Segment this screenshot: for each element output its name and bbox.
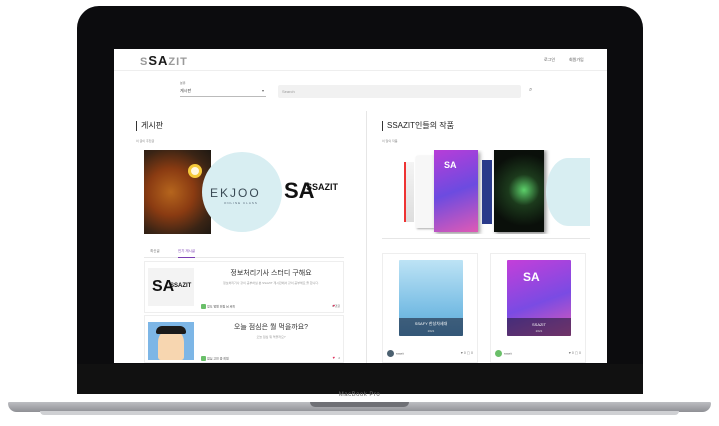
board-tabs: 최신글 인기 게시글 (144, 248, 344, 258)
works-showcase[interactable]: SA (382, 150, 590, 234)
heart-icon[interactable]: ♥ (333, 355, 335, 360)
board-subtitle: 이 글이 추천글 (136, 139, 155, 143)
ssazit-logo-small: SSAZIT (306, 182, 339, 192)
book-cover-logo: SA (444, 160, 457, 170)
post-thumbnail (148, 322, 194, 360)
category-select-value: 게시판 (180, 88, 192, 93)
chevron-down-icon: ▾ (261, 88, 264, 93)
post-author: 점심 고민 중 회원 (201, 356, 229, 361)
avatar (495, 350, 502, 357)
post-description: 정보처리기사 같이 공부하실 분 SSAZIT 게시판에서 같이 공부해요 즐 … (222, 281, 320, 285)
work-stats[interactable]: ♥ 0 ▢ 0 (569, 351, 581, 355)
board-title: 게시판 (136, 121, 163, 131)
post-title: 정보처리기사 스터디 구해요 (230, 270, 312, 277)
works-subtitle: 이 달의 작품 (382, 139, 398, 143)
nav-login[interactable]: 로그인 (544, 57, 555, 63)
post-comment-count: 1 댓글 (331, 304, 340, 308)
work-cover-title: SSAZIT (531, 322, 546, 327)
category-select[interactable]: 게시판 ▾ (180, 86, 266, 97)
logo-right: ZIT (168, 56, 188, 68)
post-title: 오늘 점심은 뭘 먹을까요? (233, 324, 309, 331)
work-cover-band (507, 318, 571, 336)
work-cover-logo: SA (523, 270, 540, 284)
column-divider (366, 111, 367, 363)
work-cover: SA SSAZIT 2021 (507, 260, 571, 336)
post-item[interactable]: 오늘 점심은 뭘 먹을까요? 오늘 점심 뭐 먹을까요? 점심 고민 중 회원 … (144, 315, 344, 363)
post-author: 정도 열혈 회원 님 싸피 (201, 304, 235, 309)
work-card[interactable]: SA SSAZIT 2021 ssazit ♥ 0 ▢ 0 (490, 253, 586, 363)
post-description: 오늘 점심 뭐 먹을까요? (256, 335, 286, 339)
tab-popular[interactable]: 인기 게시글 (178, 249, 196, 258)
work-stats[interactable]: ♥ 0 ▢ 0 (461, 351, 473, 355)
author-avatar (201, 356, 206, 361)
search-icon[interactable]: ⌕ (529, 87, 532, 94)
device-brand: MacBook Pro (338, 392, 381, 398)
character-hair (156, 326, 186, 334)
showcase-divider (382, 238, 590, 239)
laptop-foot (40, 411, 679, 415)
site-logo[interactable]: SSAZIT (140, 53, 188, 68)
filter-label: 분류 (180, 81, 186, 85)
book-cover (416, 156, 434, 228)
avatar (387, 350, 394, 357)
post-item[interactable]: SA SSAZIT 정보처리기사 스터디 구해요 정보처리기사 같이 공부하실 … (144, 261, 344, 313)
work-author-name: ssazit (504, 351, 512, 356)
work-author: ssazit (495, 350, 512, 357)
ekjoo-sub-text: ONLINE CLASS (224, 201, 258, 205)
board-banner[interactable]: EKJOO ONLINE CLASS SA SSAZIT (144, 150, 344, 234)
work-card[interactable]: SSAFY 한성차세대 2021 ssazit ♥ 0 ▢ 0 (382, 253, 478, 363)
book-spine (482, 160, 492, 224)
work-cover: SSAFY 한성차세대 2021 (399, 260, 463, 336)
nav-signup[interactable]: 회원가입 (569, 57, 584, 63)
egg-image (188, 164, 202, 178)
post-author-name: 점심 고민 중 회원 (207, 356, 229, 361)
search-input[interactable]: Search (278, 85, 521, 98)
ssazit-banner-logo: SA SSAZIT (282, 178, 344, 206)
post-author-name: 정도 열혈 회원 님 싸피 (207, 304, 236, 309)
book-cover-dark (494, 150, 544, 232)
work-cover-year: 2021 (535, 329, 543, 333)
work-cover-year: 2021 (427, 329, 435, 333)
book-cover-light (546, 158, 590, 226)
laptop-notch (310, 402, 409, 407)
works-title: SSAZIT인들의 작품 (382, 121, 454, 131)
food-image (144, 150, 211, 234)
character-face (158, 330, 184, 360)
work-cover-title: SSAFY 한성차세대 (414, 321, 448, 326)
post-comment-count: 2 (338, 356, 340, 360)
ekjoo-logo-text: EKJOO (210, 186, 261, 200)
tab-latest[interactable]: 최신글 (150, 249, 160, 254)
screen: SSAZIT 로그인 회원가입 분류 게시판 ▾ Search ⌕ 게시판 이 … (114, 49, 607, 363)
laptop-chin (77, 364, 643, 394)
logo-mid: SA (148, 53, 169, 68)
top-bar: SSAZIT 로그인 회원가입 (114, 49, 607, 71)
thumb-logo-small: SSAZIT (170, 283, 192, 289)
book-cover-ssazit: SA (434, 150, 478, 232)
post-thumbnail: SA SSAZIT (148, 268, 194, 306)
work-author: ssazit (387, 350, 404, 357)
work-author-name: ssazit (396, 351, 404, 356)
author-avatar (201, 304, 206, 309)
book-spine (404, 162, 414, 222)
